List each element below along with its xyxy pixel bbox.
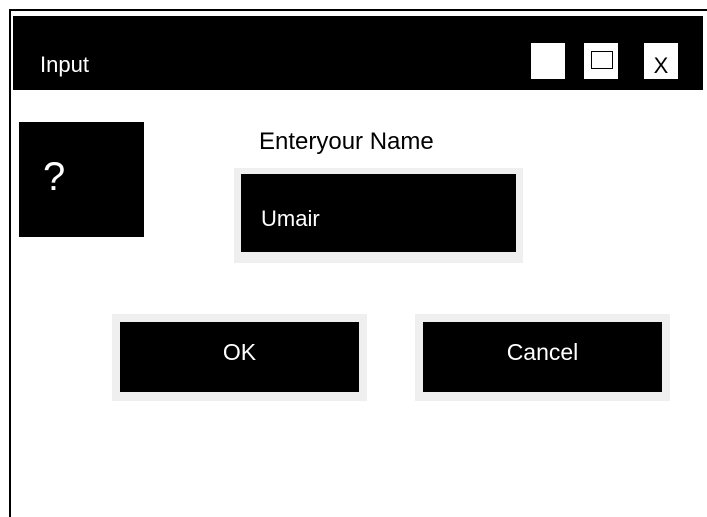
cancel-button[interactable]: Cancel [423,322,662,392]
window-title: Input [40,52,89,77]
ok-button[interactable]: OK [120,322,359,392]
input-dialog-window: Input X ? Enteryour Name OK Cancel [9,9,707,517]
close-icon: X [653,53,669,78]
close-button[interactable]: X [644,43,678,79]
name-input[interactable] [241,174,516,252]
question-icon: ? [19,122,144,237]
ok-button-frame: OK [112,314,367,401]
prompt-label: Enteryour Name [259,128,434,155]
name-input-frame [234,168,523,263]
question-glyph: ? [43,155,66,199]
cancel-button-frame: Cancel [415,314,670,401]
minimize-button[interactable] [531,43,565,79]
maximize-icon [591,51,613,69]
title-bar[interactable]: Input X [13,16,703,90]
maximize-button[interactable] [584,43,618,79]
